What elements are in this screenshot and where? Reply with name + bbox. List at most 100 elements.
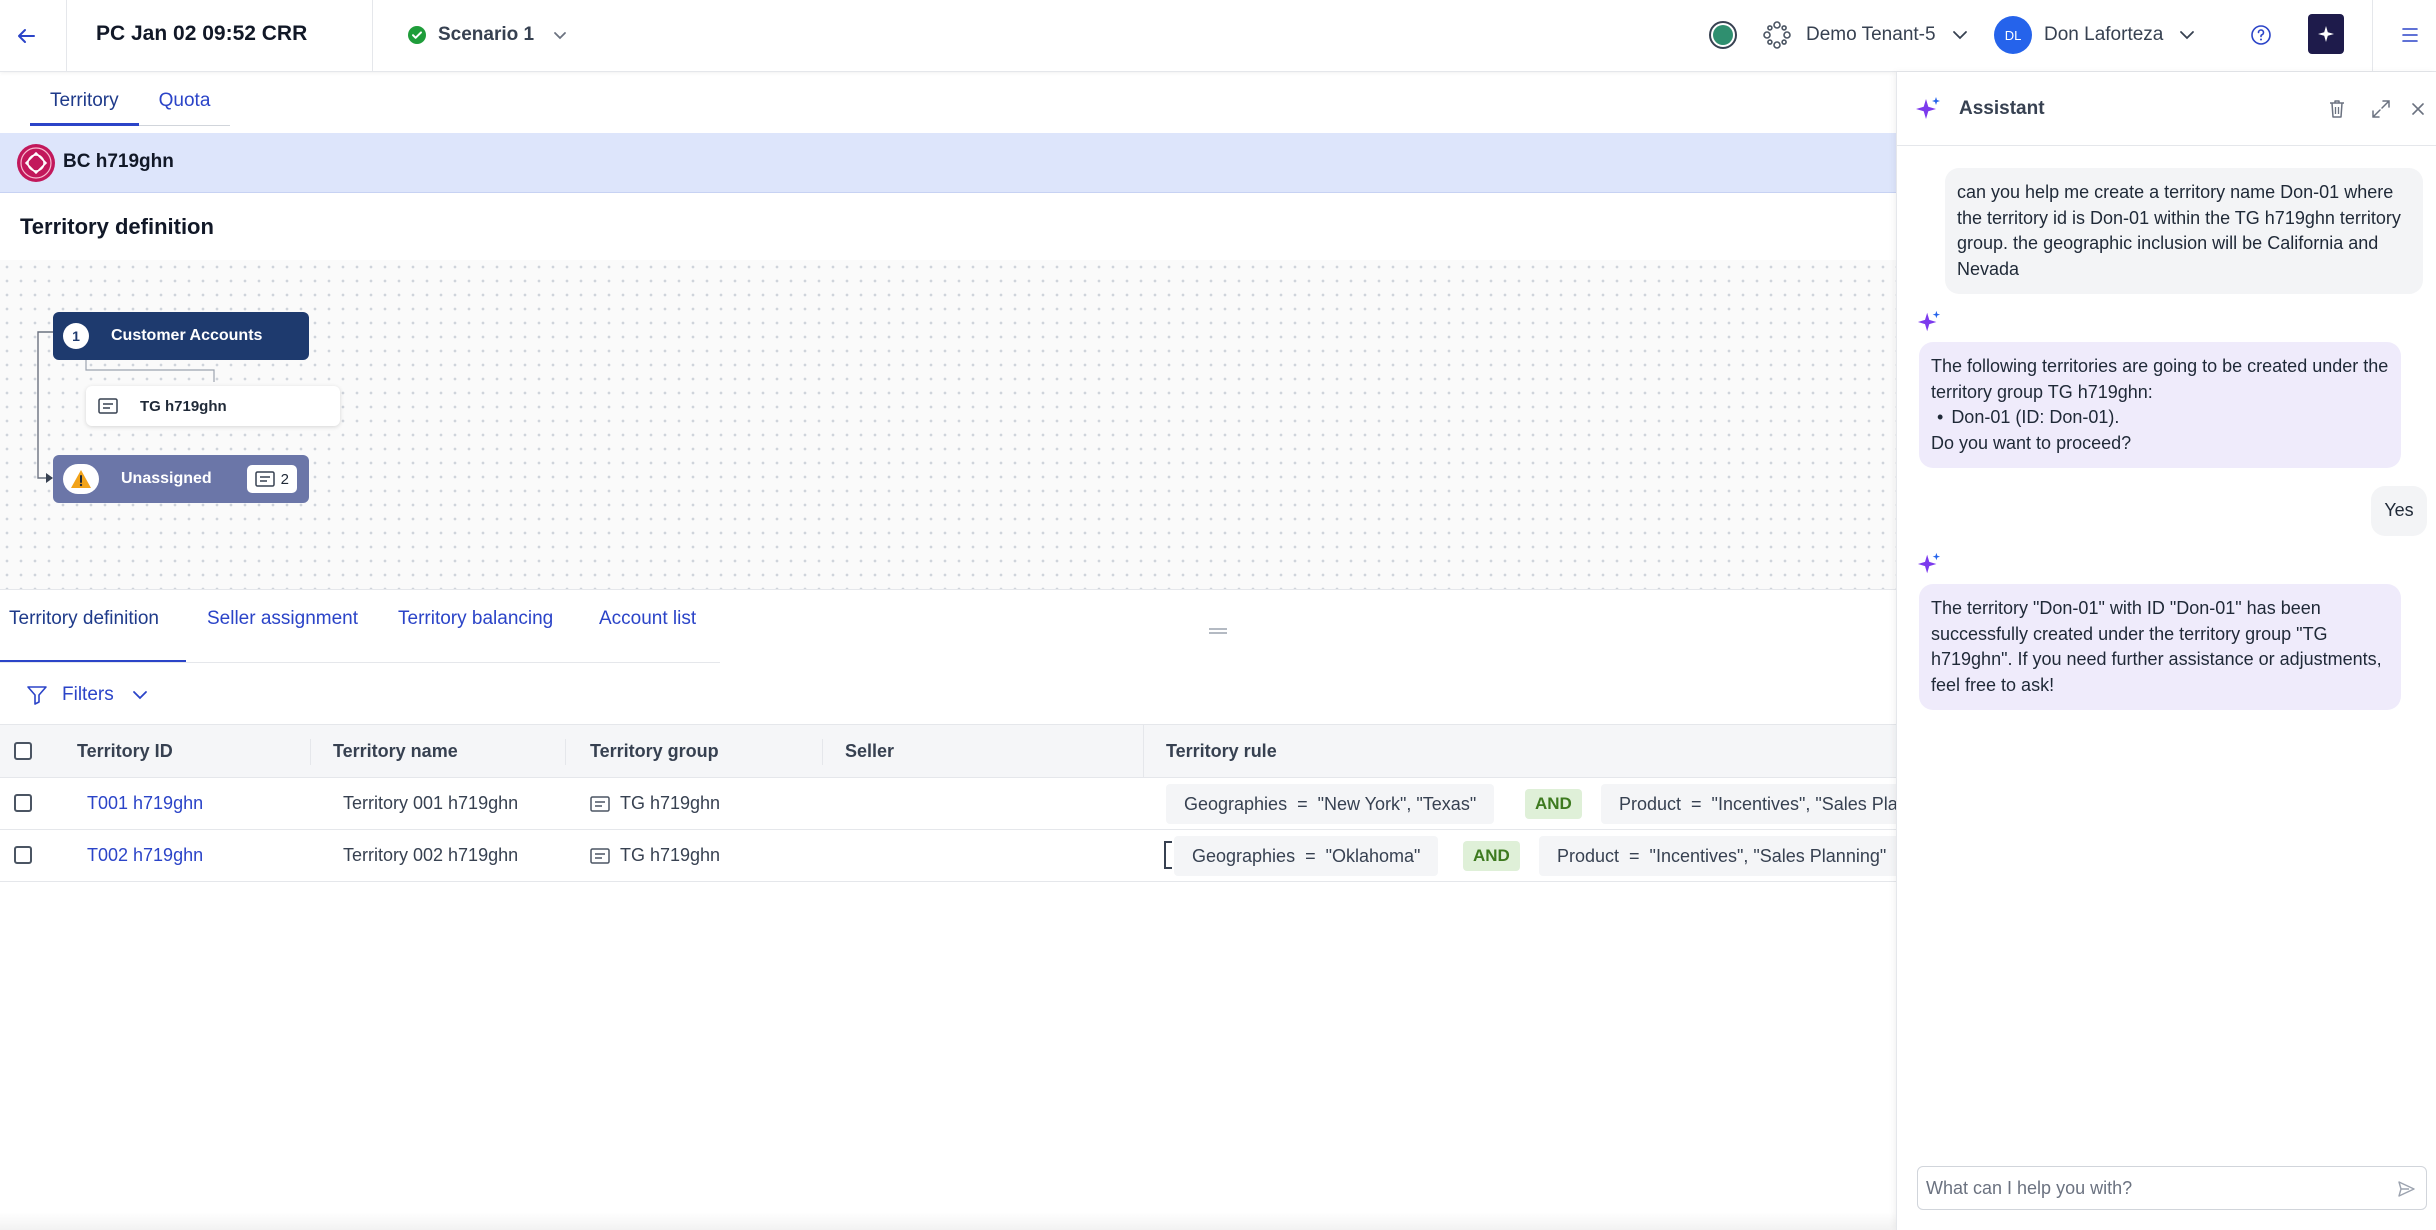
close-icon[interactable] <box>2409 100 2427 118</box>
user-name: Don Laforteza <box>2044 24 2164 45</box>
top-tabs: Territory Quota <box>30 80 231 126</box>
bottom-shadow <box>0 1212 1896 1230</box>
hierarchy-canvas[interactable]: 1 Customer Accounts TG h719ghn Unassigne… <box>0 260 1896 590</box>
tab-territory-definition[interactable]: Territory definition <box>9 608 159 630</box>
tab-territory[interactable]: Territory <box>30 80 139 126</box>
assistant-message-bullet: • Don-01 (ID: Don-01). <box>1931 405 2389 431</box>
rule-operator: AND <box>1525 789 1582 819</box>
tab-quota[interactable]: Quota <box>139 80 231 126</box>
row-checkbox[interactable] <box>14 794 32 812</box>
tab-account-list[interactable]: Account list <box>599 608 696 630</box>
back-arrow-icon[interactable] <box>14 24 38 48</box>
filter-icon <box>26 684 48 706</box>
tenant-selector[interactable]: Demo Tenant-5 <box>1762 20 1970 50</box>
assistant-sparkle-icon <box>1917 310 1941 334</box>
node-unassigned[interactable]: Unassigned 2 <box>53 455 309 503</box>
tab-territory-balancing[interactable]: Territory balancing <box>398 608 553 630</box>
unassigned-count-badge: 2 <box>246 465 297 493</box>
territory-name: Territory 002 h719ghn <box>343 845 519 865</box>
assistant-panel: Assistant can you help me create a terri… <box>1896 72 2436 1230</box>
territory-group-icon <box>590 796 610 812</box>
check-circle-icon <box>408 26 426 44</box>
chevron-down-icon <box>1950 25 1970 45</box>
user-message: Yes <box>2371 486 2427 536</box>
table-row[interactable]: T001 h719ghn Territory 001 h719ghn TG h7… <box>0 778 1896 830</box>
column-header-seller[interactable]: Seller <box>845 741 894 762</box>
assistant-input[interactable] <box>1917 1166 2427 1210</box>
send-icon[interactable] <box>2396 1179 2416 1199</box>
rule-operator: AND <box>1463 841 1520 871</box>
table-row[interactable]: T002 h719ghn Territory 002 h719ghn TG h7… <box>0 830 1896 882</box>
warning-icon <box>71 470 91 488</box>
node-customer-accounts[interactable]: 1 Customer Accounts <box>53 312 309 360</box>
row-checkbox[interactable] <box>14 846 32 864</box>
battlecard-title: BC h719ghn <box>63 151 174 172</box>
column-header-territory-group[interactable]: Territory group <box>590 741 719 762</box>
bullet-text: Don-01 (ID: Don-01). <box>1951 407 2120 427</box>
battlecard-icon <box>16 143 56 183</box>
column-header-territory-name[interactable]: Territory name <box>333 741 458 762</box>
assistant-message: The following territories are going to b… <box>1919 342 2401 468</box>
resize-handle[interactable] <box>1208 626 1228 636</box>
warning-badge <box>63 464 99 494</box>
filters-button[interactable]: Filters <box>26 683 150 707</box>
scenario-selector[interactable]: Scenario 1 <box>408 22 568 48</box>
assistant-sparkle-icon <box>2318 26 2334 42</box>
rule-geographies: Geographies = "Oklahoma" <box>1174 836 1439 876</box>
node-label: TG h719ghn <box>140 397 227 415</box>
select-all-checkbox[interactable] <box>14 742 32 760</box>
assistant-input-field[interactable] <box>1926 1173 2386 1203</box>
status-dot-icon[interactable] <box>1708 20 1738 50</box>
avatar: DL <box>1994 16 2032 54</box>
table-header: Territory ID Territory name Territory gr… <box>0 724 1896 779</box>
rule-bracket <box>1164 841 1172 869</box>
column-header-territory-id[interactable]: Territory ID <box>77 741 173 762</box>
assistant-sparkle-icon <box>1915 96 1941 122</box>
node-label: Unassigned <box>121 470 212 487</box>
page-title: PC Jan 02 09:52 CRR <box>96 22 308 45</box>
assistant-header: Assistant <box>1897 72 2436 146</box>
rule-product: Product = "Incentives", "Sales Planning" <box>1539 836 1896 876</box>
territory-definition-title: Territory definition <box>20 214 214 239</box>
territory-group: TG h719ghn <box>620 845 721 865</box>
territory-id-link[interactable]: T001 h719ghn <box>87 793 203 814</box>
assistant-message-question: Do you want to proceed? <box>1931 432 2132 453</box>
bullet-dot: • <box>1937 407 1944 427</box>
menu-icon[interactable] <box>2400 26 2420 44</box>
assistant-title: Assistant <box>1959 98 2045 119</box>
node-number: 1 <box>72 328 80 344</box>
filters-label: Filters <box>62 684 114 705</box>
territory-rule: Geographies = "New York", "Texas" AND Pr… <box>1144 778 1896 830</box>
user-menu[interactable]: DL Don Laforteza <box>1994 16 2197 54</box>
assistant-message: The territory "Don-01" with ID "Don-01" … <box>1919 584 2401 710</box>
chevron-down-icon <box>130 685 150 705</box>
territory-group-icon <box>98 398 118 414</box>
chevron-down-icon <box>2177 25 2197 45</box>
tab-seller-assignment[interactable]: Seller assignment <box>207 608 358 630</box>
tabs-divider <box>0 662 720 663</box>
unassigned-count: 2 <box>280 470 289 488</box>
node-number-badge: 1 <box>63 323 89 349</box>
avatar-initials: DL <box>2004 27 2022 43</box>
assistant-message-text: The following territories are going to b… <box>1931 356 2389 402</box>
rule-product: Product = "Incentives", "Sales Planning" <box>1601 784 1896 824</box>
territory-group: TG h719ghn <box>620 793 721 813</box>
territory-id-link[interactable]: T002 h719ghn <box>87 845 203 866</box>
tenant-label: Demo Tenant-5 <box>1806 24 1936 45</box>
battlecard-header: BC h719ghn <box>0 133 1896 193</box>
help-icon[interactable] <box>2250 24 2272 46</box>
rule-geographies: Geographies = "New York", "Texas" <box>1166 784 1495 824</box>
trash-icon[interactable] <box>2327 98 2347 120</box>
territory-group-icon <box>254 471 275 487</box>
assistant-sparkle-icon <box>1917 552 1941 576</box>
column-header-territory-rule[interactable]: Territory rule <box>1166 741 1277 762</box>
expand-icon[interactable] <box>2370 98 2392 120</box>
territory-rule: Geographies = "Oklahoma" AND Product = "… <box>1144 830 1896 882</box>
top-bar: PC Jan 02 09:52 CRR Scenario 1 Demo Tena… <box>0 0 2436 72</box>
tenant-icon <box>1762 20 1792 50</box>
assistant-toggle-button[interactable] <box>2308 14 2344 54</box>
chevron-down-icon <box>552 27 568 43</box>
territory-name: Territory 001 h719ghn <box>343 793 519 813</box>
node-territory-group[interactable]: TG h719ghn <box>86 386 340 426</box>
user-message: can you help me create a territory name … <box>1945 168 2423 294</box>
